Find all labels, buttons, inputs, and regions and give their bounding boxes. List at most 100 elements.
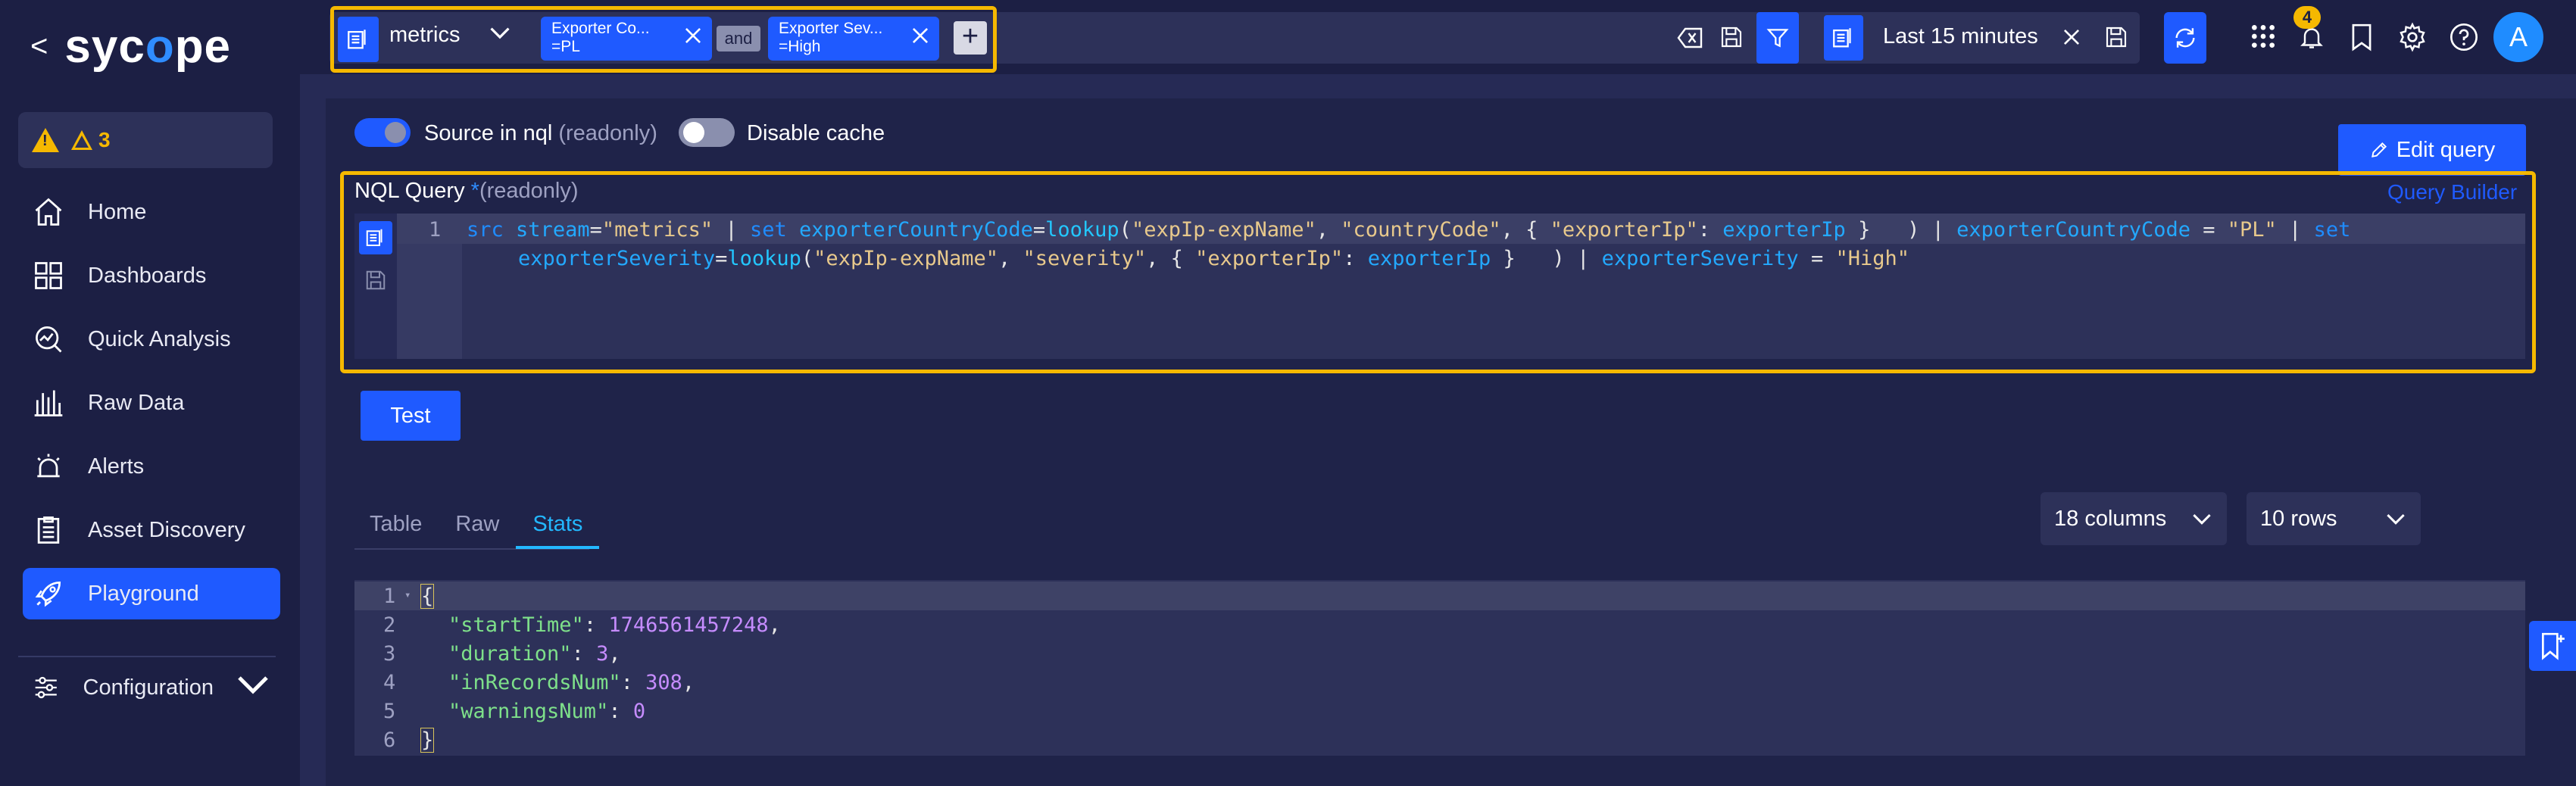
sidebar-item-alerts[interactable]: Alerts bbox=[23, 441, 280, 492]
line-number: 2 bbox=[383, 613, 396, 637]
add-filter-button[interactable]: + bbox=[954, 21, 987, 55]
json-entry: "startTime": 1746561457248, bbox=[448, 613, 781, 637]
nql-code-line-1: src stream="metrics" | set exporterCount… bbox=[467, 218, 2351, 242]
line-number: 4 bbox=[383, 671, 396, 694]
json-open-brace: { bbox=[420, 584, 435, 609]
apps-grid-icon[interactable] bbox=[2247, 20, 2280, 53]
chevron-down-icon bbox=[2192, 507, 2212, 532]
help-icon[interactable] bbox=[2448, 21, 2480, 53]
save-query-icon[interactable] bbox=[359, 264, 392, 297]
json-close-brace: } bbox=[420, 728, 435, 753]
bookmark-icon[interactable] bbox=[2348, 21, 2375, 53]
edit-query-button[interactable]: Edit query bbox=[2338, 124, 2526, 176]
rows-select[interactable]: 10 rows bbox=[2247, 492, 2421, 545]
sidebar-item-label: Quick Analysis bbox=[88, 326, 231, 351]
sidebar-item-configuration[interactable]: Configuration bbox=[23, 662, 280, 713]
json-entry: "warningsNum": 0 bbox=[448, 700, 646, 723]
close-icon[interactable] bbox=[910, 26, 930, 50]
line-number: 3 bbox=[383, 642, 396, 666]
sidebar-configuration-group: Configuration bbox=[23, 662, 280, 725]
filter-chip-severity[interactable]: Exporter Sev... =High bbox=[768, 17, 939, 61]
close-icon[interactable] bbox=[683, 26, 703, 50]
tab-raw[interactable]: Raw bbox=[439, 512, 516, 549]
disable-cache-toggle[interactable] bbox=[679, 118, 735, 147]
alerts-count: 3 bbox=[71, 128, 111, 152]
save-time-icon[interactable] bbox=[2103, 23, 2130, 51]
refresh-icon bbox=[2175, 28, 2195, 48]
sidebar: < sycope 3 Home Dashboards Quick Analysi… bbox=[0, 0, 300, 786]
sidebar-item-home[interactable]: Home bbox=[23, 186, 280, 238]
dashboards-icon bbox=[35, 262, 62, 289]
source-in-nql-toggle[interactable] bbox=[354, 118, 411, 147]
home-icon bbox=[35, 198, 62, 226]
sidebar-item-label: Home bbox=[88, 199, 147, 224]
close-icon[interactable] bbox=[2060, 26, 2083, 48]
chevron-down-icon[interactable] bbox=[489, 21, 511, 45]
alarm-icon bbox=[37, 454, 60, 478]
json-entry: "inRecordsNum": 308, bbox=[448, 671, 695, 694]
warning-icon bbox=[32, 128, 59, 152]
sidebar-item-label: Configuration bbox=[83, 675, 214, 700]
nql-title: NQL Query *(readonly) bbox=[354, 179, 579, 203]
logo-wordmark: sycope bbox=[64, 20, 232, 73]
nql-code-line-1-wrap: exporterSeverity=lookup("expIp-expName",… bbox=[518, 247, 1910, 270]
result-active-line bbox=[354, 582, 2525, 610]
filter-chip-country[interactable]: Exporter Co... =PL bbox=[541, 17, 712, 61]
test-button[interactable]: Test bbox=[361, 391, 461, 441]
sidebar-item-raw-data[interactable]: Raw Data bbox=[23, 377, 280, 429]
data-source-icon[interactable] bbox=[338, 17, 379, 62]
sidebar-item-label: Dashboards bbox=[88, 263, 207, 288]
data-source-icon[interactable] bbox=[359, 221, 392, 254]
save-filter-icon[interactable] bbox=[1718, 23, 1745, 51]
filter-button[interactable] bbox=[1756, 12, 1799, 64]
json-entry: "duration": 3, bbox=[448, 642, 621, 666]
notifications-badge: 4 bbox=[2293, 6, 2321, 29]
bookmark-add-tab[interactable] bbox=[2529, 621, 2576, 671]
data-source-select[interactable]: metrics bbox=[389, 23, 460, 48]
line-number: 1 bbox=[383, 585, 396, 608]
sidebar-item-dashboards[interactable]: Dashboards bbox=[23, 250, 280, 301]
fold-arrow-icon[interactable]: ▾ bbox=[404, 589, 411, 601]
sidebar-item-quick-analysis[interactable]: Quick Analysis bbox=[23, 313, 280, 365]
line-number: 5 bbox=[383, 700, 396, 723]
sidebar-item-label: Asset Discovery bbox=[88, 517, 245, 542]
time-source-icon[interactable] bbox=[1824, 15, 1863, 61]
sidebar-item-label: Alerts bbox=[88, 454, 145, 479]
sidebar-item-playground[interactable]: Playground bbox=[23, 568, 280, 619]
time-range-label[interactable]: Last 15 minutes bbox=[1883, 24, 2038, 49]
gear-icon[interactable] bbox=[2396, 21, 2428, 53]
sidebar-item-label: Playground bbox=[88, 581, 199, 606]
query-builder-link[interactable]: Query Builder bbox=[2387, 180, 2517, 204]
raw-data-icon bbox=[34, 390, 63, 416]
refresh-button[interactable] bbox=[2164, 12, 2206, 64]
columns-select[interactable]: 18 columns bbox=[2041, 492, 2227, 545]
result-tabs: Table Raw Stats bbox=[354, 512, 600, 549]
back-chevron-icon[interactable]: < bbox=[30, 30, 48, 64]
source-in-nql-label: Source in nql (readonly) bbox=[424, 121, 657, 145]
sidebar-nav: Home Dashboards Quick Analysis Raw Data … bbox=[23, 186, 280, 632]
line-number: 1 bbox=[429, 218, 442, 242]
rocket-icon bbox=[35, 581, 61, 607]
quick-analysis-icon bbox=[36, 326, 62, 353]
clipboard-icon bbox=[37, 516, 60, 544]
sidebar-divider bbox=[18, 656, 276, 657]
avatar[interactable]: A bbox=[2493, 12, 2543, 62]
funnel-icon bbox=[1766, 29, 1789, 48]
logo[interactable]: < sycope bbox=[30, 20, 231, 73]
disable-cache-label: Disable cache bbox=[747, 121, 885, 145]
bookmark-add-icon bbox=[2541, 632, 2565, 660]
chevron-down-icon bbox=[236, 669, 270, 706]
clear-filter-icon[interactable] bbox=[1675, 24, 1704, 51]
sliders-icon bbox=[35, 676, 57, 699]
editor-toolbar bbox=[354, 214, 397, 359]
warning-outline-icon bbox=[71, 130, 92, 150]
pencil-icon bbox=[2371, 142, 2387, 158]
alerts-summary[interactable]: 3 bbox=[18, 112, 273, 168]
tab-table[interactable]: Table bbox=[354, 512, 439, 549]
sidebar-item-label: Raw Data bbox=[88, 390, 185, 415]
and-operator[interactable]: and bbox=[717, 26, 760, 51]
tab-stats[interactable]: Stats bbox=[516, 512, 600, 549]
chevron-down-icon bbox=[2386, 507, 2406, 532]
line-number: 6 bbox=[383, 728, 396, 752]
sidebar-item-asset-discovery[interactable]: Asset Discovery bbox=[23, 504, 280, 556]
